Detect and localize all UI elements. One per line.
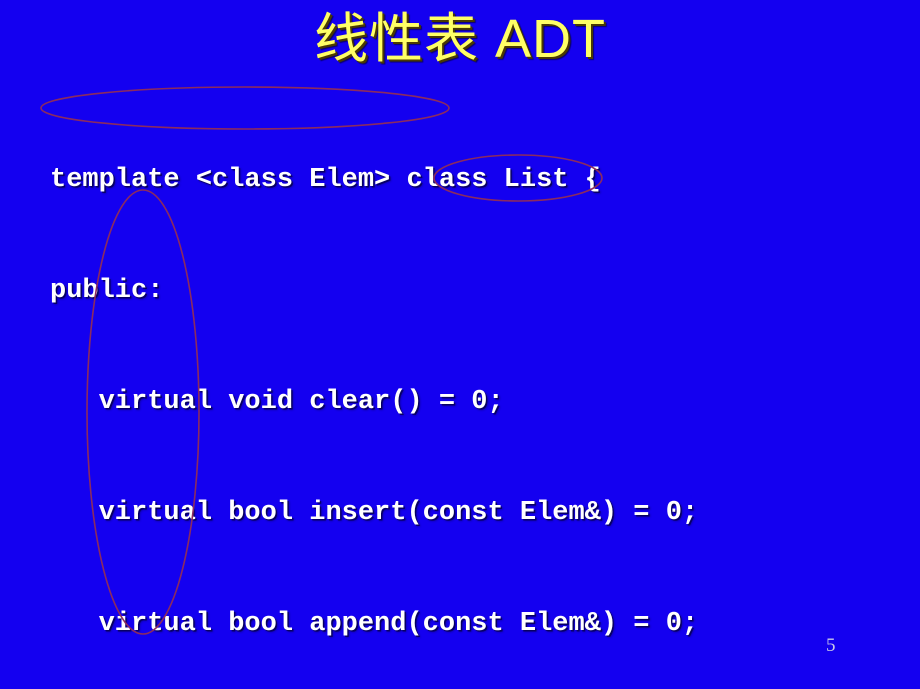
code-line: public: — [50, 276, 164, 306]
code-line: virtual bool append(const Elem&) = 0; — [50, 609, 699, 639]
code-line: virtual bool insert(const Elem&) = 0; — [50, 498, 699, 528]
code-listing: template <class Elem> class List { publi… — [50, 88, 910, 689]
page-number: 5 — [826, 635, 836, 656]
code-line: template <class Elem> class List { — [50, 165, 601, 195]
presentation-slide: 线性表 ADT template <class Elem> class List… — [0, 0, 920, 689]
page-title: 线性表 ADT — [313, 9, 606, 69]
code-line: virtual void clear() = 0; — [50, 387, 504, 417]
